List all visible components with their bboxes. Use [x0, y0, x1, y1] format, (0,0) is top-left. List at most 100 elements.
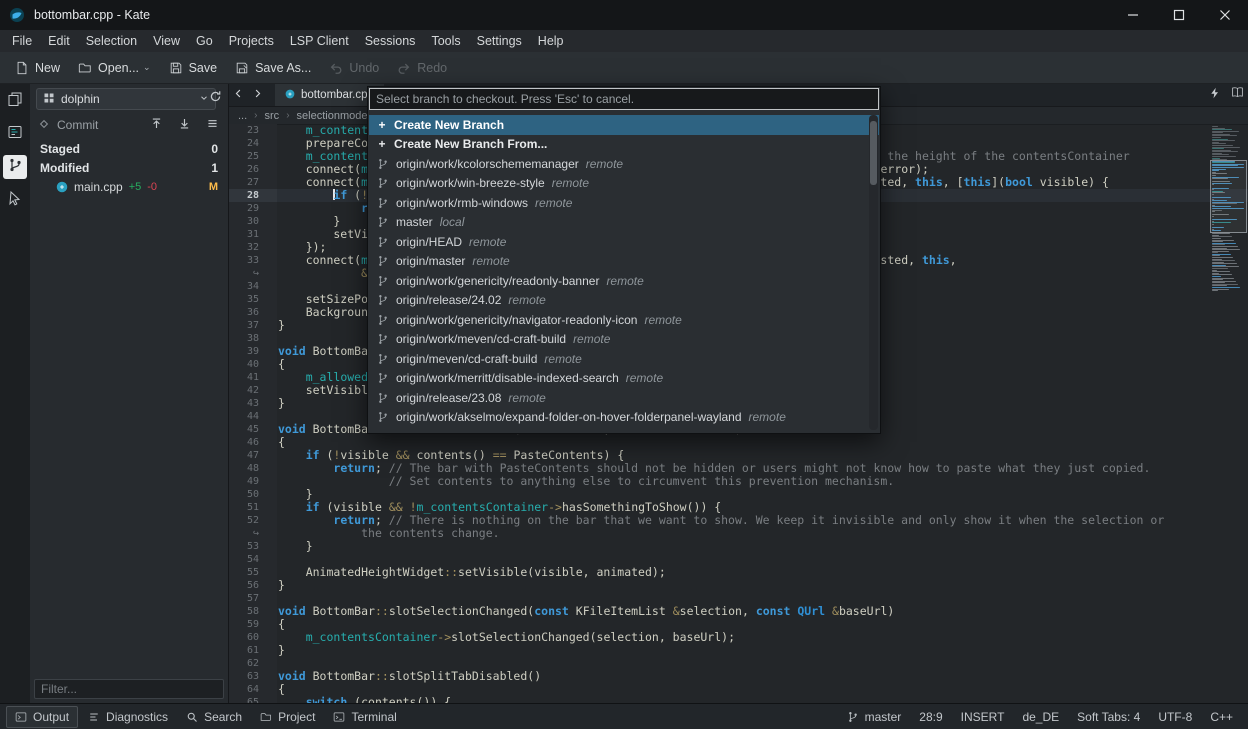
git-branch-icon	[377, 333, 389, 345]
branch-label: origin/HEAD	[396, 235, 462, 249]
menu-tools[interactable]: Tools	[423, 32, 468, 50]
kate-window: bottombar.cpp - Kate FileEditSelectionVi…	[0, 0, 1248, 729]
save-button[interactable]: Save	[160, 57, 227, 79]
branch-label: origin/work/rmb-windows	[396, 196, 528, 210]
branch-item[interactable]: origin/work/win-breeze-styleremote	[369, 174, 879, 194]
documents-icon	[7, 91, 23, 112]
toolview-project-button[interactable]: Project	[252, 707, 323, 727]
status-encoding[interactable]: UTF-8	[1149, 710, 1201, 724]
push-icon	[150, 117, 163, 133]
open-button[interactable]: Open...⌄	[69, 57, 160, 79]
gutter: 45	[229, 423, 277, 436]
branch-item[interactable]: origin/meven/cd-craft-buildremote	[369, 349, 879, 369]
git-section-modified[interactable]: Modified1	[30, 158, 228, 177]
menu-selection[interactable]: Selection	[78, 32, 145, 50]
menu-projects[interactable]: Projects	[221, 32, 282, 50]
undo-button[interactable]: Undo	[320, 57, 388, 79]
commit-button[interactable]: Commit	[38, 118, 98, 133]
dock-git-button[interactable]	[3, 155, 27, 179]
dock-filesystem-button[interactable]	[3, 122, 27, 146]
push-button[interactable]	[146, 115, 166, 135]
breadcrumb-segment[interactable]: src	[265, 110, 280, 122]
branch-scope: remote	[508, 293, 545, 307]
git-icon	[7, 157, 23, 178]
branch-label: origin/work/genericity/navigator-readonl…	[396, 313, 637, 327]
branch-action-item[interactable]: +Create New Branch From...	[369, 135, 879, 155]
menu-sessions[interactable]: Sessions	[357, 32, 424, 50]
branch-item[interactable]: origin/masterremote	[369, 252, 879, 272]
maximize-button[interactable]	[1156, 0, 1202, 30]
documentation-button[interactable]	[1226, 84, 1248, 106]
status-tab-settings[interactable]: Soft Tabs: 4	[1068, 710, 1149, 724]
minimize-button[interactable]	[1110, 0, 1156, 30]
refresh-button[interactable]	[205, 88, 225, 108]
menu-view[interactable]: View	[145, 32, 188, 50]
toolview-search-button[interactable]: Search	[178, 707, 250, 727]
new-button[interactable]: New	[6, 57, 69, 79]
branch-item[interactable]: origin/work/rmb-windowsremote	[369, 193, 879, 213]
redo-button[interactable]: Redo	[388, 57, 456, 79]
dock-selection-button[interactable]	[3, 188, 27, 212]
status-cursor-position[interactable]: 28:9	[910, 710, 951, 724]
menu-lsp-client[interactable]: LSP Client	[282, 32, 357, 50]
branch-list: +Create New Branch+Create New Branch Fro…	[369, 113, 879, 432]
menu-go[interactable]: Go	[188, 32, 221, 50]
git-section-staged[interactable]: Staged0	[30, 139, 228, 158]
branch-item[interactable]: origin/work/merritt/disable-indexed-sear…	[369, 369, 879, 389]
status-git-branch[interactable]: master	[838, 710, 911, 724]
pull-button[interactable]	[174, 115, 194, 135]
branch-item[interactable]: origin/work/akselmo/expand-folder-on-hov…	[369, 408, 879, 428]
project-selector[interactable]: dolphin	[36, 88, 216, 110]
menu-edit[interactable]: Edit	[40, 32, 78, 50]
toolview-output-button[interactable]: Output	[6, 706, 78, 728]
toolview-label: Diagnostics	[106, 710, 168, 724]
branch-item[interactable]: origin/release/24.02remote	[369, 291, 879, 311]
breadcrumb-segment[interactable]: ...	[238, 110, 247, 122]
status-input-mode[interactable]: INSERT	[952, 710, 1014, 724]
branch-item[interactable]: origin/release/23.08remote	[369, 388, 879, 408]
branch-scope: remote	[472, 254, 509, 268]
toolview-buttons: Output Diagnostics SearchProject Terminal	[6, 706, 407, 728]
popup-scrollbar[interactable]	[869, 115, 878, 430]
branch-item[interactable]: origin/work/genericity/readonly-bannerre…	[369, 271, 879, 291]
gutter: 50	[229, 488, 277, 501]
status-dictionary[interactable]: de_DE	[1013, 710, 1068, 724]
gutter: 38	[229, 332, 277, 345]
line-number: 34	[229, 280, 259, 293]
quick-actions-button[interactable]	[1204, 84, 1226, 106]
line-number: 60	[229, 631, 259, 644]
back-button[interactable]	[229, 84, 248, 106]
toolview-diagnostics-button[interactable]: Diagnostics	[80, 707, 176, 727]
git-branch-icon	[377, 353, 389, 365]
save-as-button[interactable]: Save As...	[226, 57, 320, 79]
menu-file[interactable]: File	[4, 32, 40, 50]
gutter: 63	[229, 670, 277, 683]
breadcrumb-segment[interactable]: selectionmode	[297, 110, 368, 122]
gutter: 26	[229, 163, 277, 176]
gutter: 31	[229, 228, 277, 241]
branch-item[interactable]: origin/work/genericity/navigator-readonl…	[369, 310, 879, 330]
dock-documents-button[interactable]	[3, 89, 27, 113]
window-title: bottombar.cpp - Kate	[34, 8, 150, 22]
branch-action-item[interactable]: +Create New Branch	[369, 115, 879, 135]
line-number: 41	[229, 371, 259, 384]
git-actions-row: Commit	[38, 115, 222, 135]
menu-settings[interactable]: Settings	[469, 32, 530, 50]
branch-item[interactable]: origin/work/kcolorschememanagerremote	[369, 154, 879, 174]
toolview-terminal-button[interactable]: Terminal	[325, 707, 404, 727]
git-menu-button[interactable]	[202, 115, 222, 135]
popup-scrollbar-thumb[interactable]	[870, 121, 877, 185]
close-button[interactable]	[1202, 0, 1248, 30]
git-file-row[interactable]: main.cpp+5-0M	[30, 177, 228, 196]
status-highlight-mode[interactable]: C++	[1201, 710, 1242, 724]
branch-item[interactable]: origin/HEADremote	[369, 232, 879, 252]
branch-item[interactable]: origin/work/meven/cd-craft-buildremote	[369, 330, 879, 350]
filter-input[interactable]	[34, 679, 224, 699]
minimap-viewport[interactable]	[1210, 160, 1247, 233]
branch-item[interactable]: masterlocal	[369, 213, 879, 233]
forward-button[interactable]	[248, 84, 267, 106]
minimap-scrollbar[interactable]	[1212, 126, 1245, 691]
menu-help[interactable]: Help	[530, 32, 572, 50]
branch-prompt-input[interactable]: Select branch to checkout. Press 'Esc' t…	[369, 88, 879, 110]
toolview-label: Terminal	[351, 710, 396, 724]
